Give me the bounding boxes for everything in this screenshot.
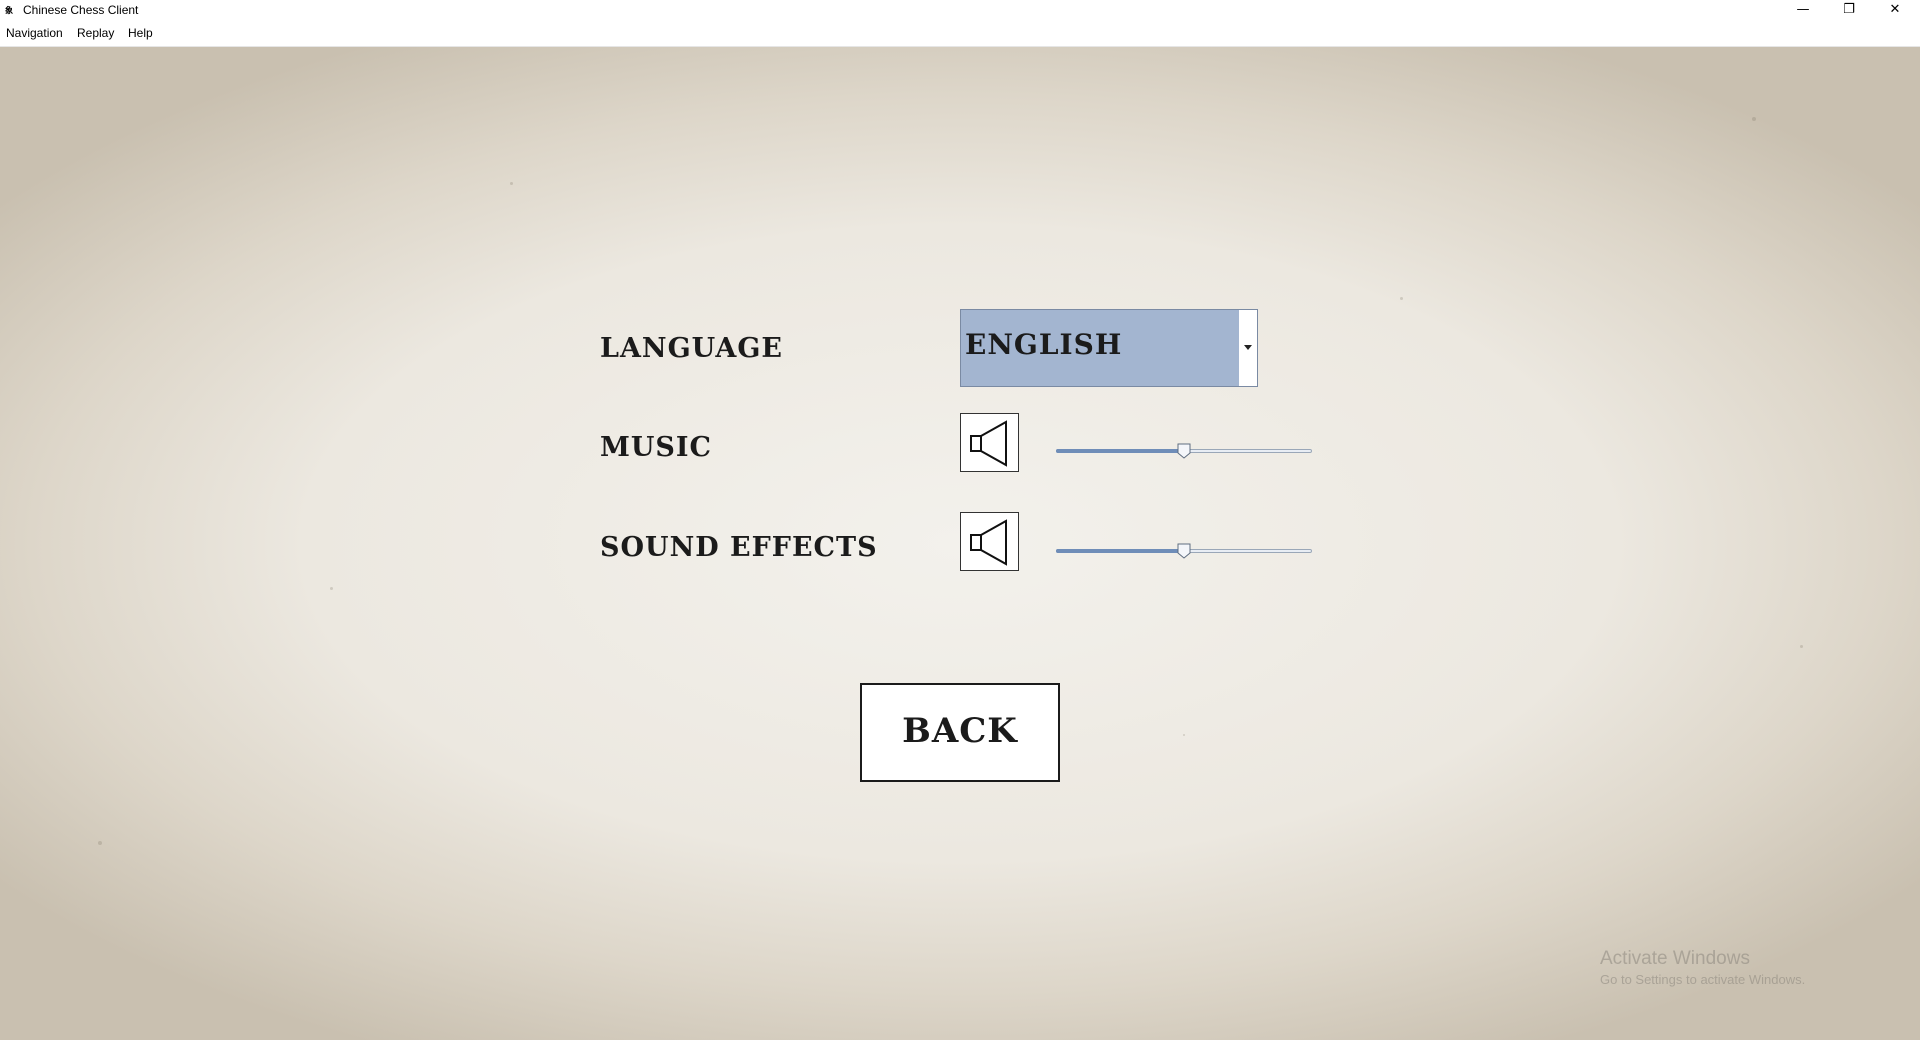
menu-bar: Navigation Replay Help [0, 22, 1920, 47]
speaker-icon [970, 519, 1007, 566]
texture-speck [510, 182, 513, 185]
texture-speck [1183, 734, 1185, 736]
slider-thumb[interactable] [1177, 443, 1191, 459]
music-label: MUSIC [600, 432, 713, 463]
back-button[interactable]: BACK [860, 683, 1060, 782]
slider-thumb[interactable] [1177, 543, 1191, 559]
sound-effects-label: SOUND EFFECTS [600, 532, 878, 563]
minimize-button[interactable]: — [1780, 0, 1826, 22]
slider-fill [1056, 549, 1184, 553]
music-volume-slider[interactable] [1056, 441, 1312, 461]
activate-windows-title: Activate Windows [1600, 948, 1750, 969]
language-label: LANGUAGE [600, 333, 783, 364]
dropdown-arrow-button[interactable] [1238, 310, 1257, 386]
activate-windows-subtitle: Go to Settings to activate Windows. [1600, 972, 1806, 987]
menu-replay[interactable]: Replay [77, 26, 114, 40]
texture-speck [1752, 117, 1756, 121]
app-window: 象 Chinese Chess Client — ❐ ✕ Navigation … [0, 0, 1920, 1040]
sound-effects-volume-slider[interactable] [1056, 541, 1312, 561]
sound-effects-mute-button[interactable] [960, 512, 1019, 571]
chevron-down-icon [1244, 345, 1252, 350]
language-select[interactable]: ENGLISH [960, 309, 1258, 387]
close-button[interactable]: ✕ [1872, 0, 1918, 22]
menu-help[interactable]: Help [128, 26, 153, 40]
speaker-icon [970, 420, 1007, 467]
app-icon: 象 [5, 6, 13, 15]
texture-speck [1400, 297, 1403, 300]
back-button-label: BACK [902, 711, 1018, 751]
language-select-value: ENGLISH [965, 328, 1123, 361]
texture-speck [330, 587, 333, 590]
window-title: Chinese Chess Client [23, 3, 139, 17]
texture-speck [1800, 645, 1803, 648]
title-bar: 象 Chinese Chess Client — ❐ ✕ [0, 0, 1920, 22]
restore-button[interactable]: ❐ [1826, 0, 1872, 22]
texture-speck [98, 841, 102, 845]
music-mute-button[interactable] [960, 413, 1019, 472]
menu-navigation[interactable]: Navigation [6, 26, 63, 40]
slider-fill [1056, 449, 1184, 453]
